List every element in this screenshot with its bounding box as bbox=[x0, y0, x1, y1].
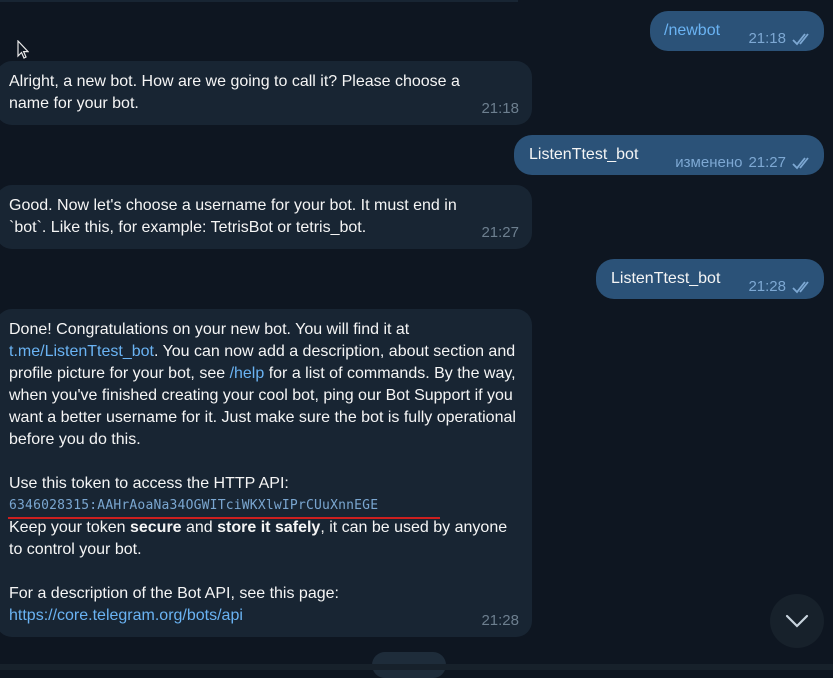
message-body: Done! Congratulations on your new bot. Y… bbox=[9, 319, 521, 627]
message-text: and bbox=[181, 519, 218, 536]
message-text: For a description of the Bot API, see th… bbox=[9, 585, 339, 602]
chevron-down-icon bbox=[785, 614, 809, 628]
message-time: 21:27 bbox=[481, 224, 519, 241]
bold-text: secure bbox=[129, 519, 182, 536]
double-check-icon bbox=[792, 157, 809, 170]
message-meta: изменено 21:27 bbox=[675, 154, 814, 172]
message-meta: 21:18 bbox=[748, 30, 814, 48]
message-time: 21:18 bbox=[481, 100, 519, 117]
bot-command-link[interactable]: /newbot bbox=[664, 20, 720, 42]
incoming-message[interactable]: Good. Now let's choose a username for yo… bbox=[0, 185, 532, 249]
api-token[interactable]: 6346028315:AAHrAoaNa34OGWITciWKXlwIPrCUu… bbox=[9, 495, 521, 517]
message-text: Done! Congratulations on your new bot. Y… bbox=[9, 321, 410, 338]
message-time: 21:28 bbox=[748, 278, 786, 295]
message-text: Alright, a new bot. How are we going to … bbox=[9, 73, 460, 112]
edited-label: изменено bbox=[675, 154, 743, 171]
message-text: ListenTtest_bot bbox=[529, 146, 639, 163]
previous-message-edge bbox=[0, 0, 518, 2]
bot-api-link[interactable]: https://core.telegram.org/bots/api bbox=[9, 605, 521, 627]
message-time: 21:27 bbox=[748, 154, 786, 171]
scroll-to-bottom-button[interactable] bbox=[770, 594, 824, 648]
incoming-message[interactable]: Alright, a new bot. How are we going to … bbox=[0, 61, 532, 125]
token-annotation-underline bbox=[8, 517, 440, 519]
bold-text: store it safely bbox=[217, 519, 321, 536]
message-time: 21:28 bbox=[481, 612, 519, 629]
double-check-icon bbox=[792, 281, 809, 294]
message-text: Good. Now let's choose a username for yo… bbox=[9, 197, 457, 236]
bot-link[interactable]: t.me/ListenTtest_bot bbox=[9, 343, 154, 360]
outgoing-message[interactable]: ListenTtest_bot изменено 21:27 bbox=[514, 135, 824, 175]
outgoing-message[interactable]: ListenTtest_bot 21:28 bbox=[596, 259, 824, 299]
help-command-link[interactable]: /help bbox=[230, 365, 265, 382]
message-meta: 21:28 bbox=[748, 278, 814, 296]
outgoing-message[interactable]: /newbot 21:18 bbox=[650, 11, 824, 51]
incoming-message[interactable]: Done! Congratulations on your new bot. Y… bbox=[0, 309, 532, 637]
double-check-icon bbox=[792, 33, 809, 46]
message-time: 21:18 bbox=[748, 30, 786, 47]
token-intro: Use this token to access the HTTP API: bbox=[9, 475, 289, 492]
composer-edge bbox=[0, 664, 833, 670]
message-text: Keep your token bbox=[9, 519, 130, 536]
message-text: ListenTtest_bot bbox=[611, 270, 721, 287]
